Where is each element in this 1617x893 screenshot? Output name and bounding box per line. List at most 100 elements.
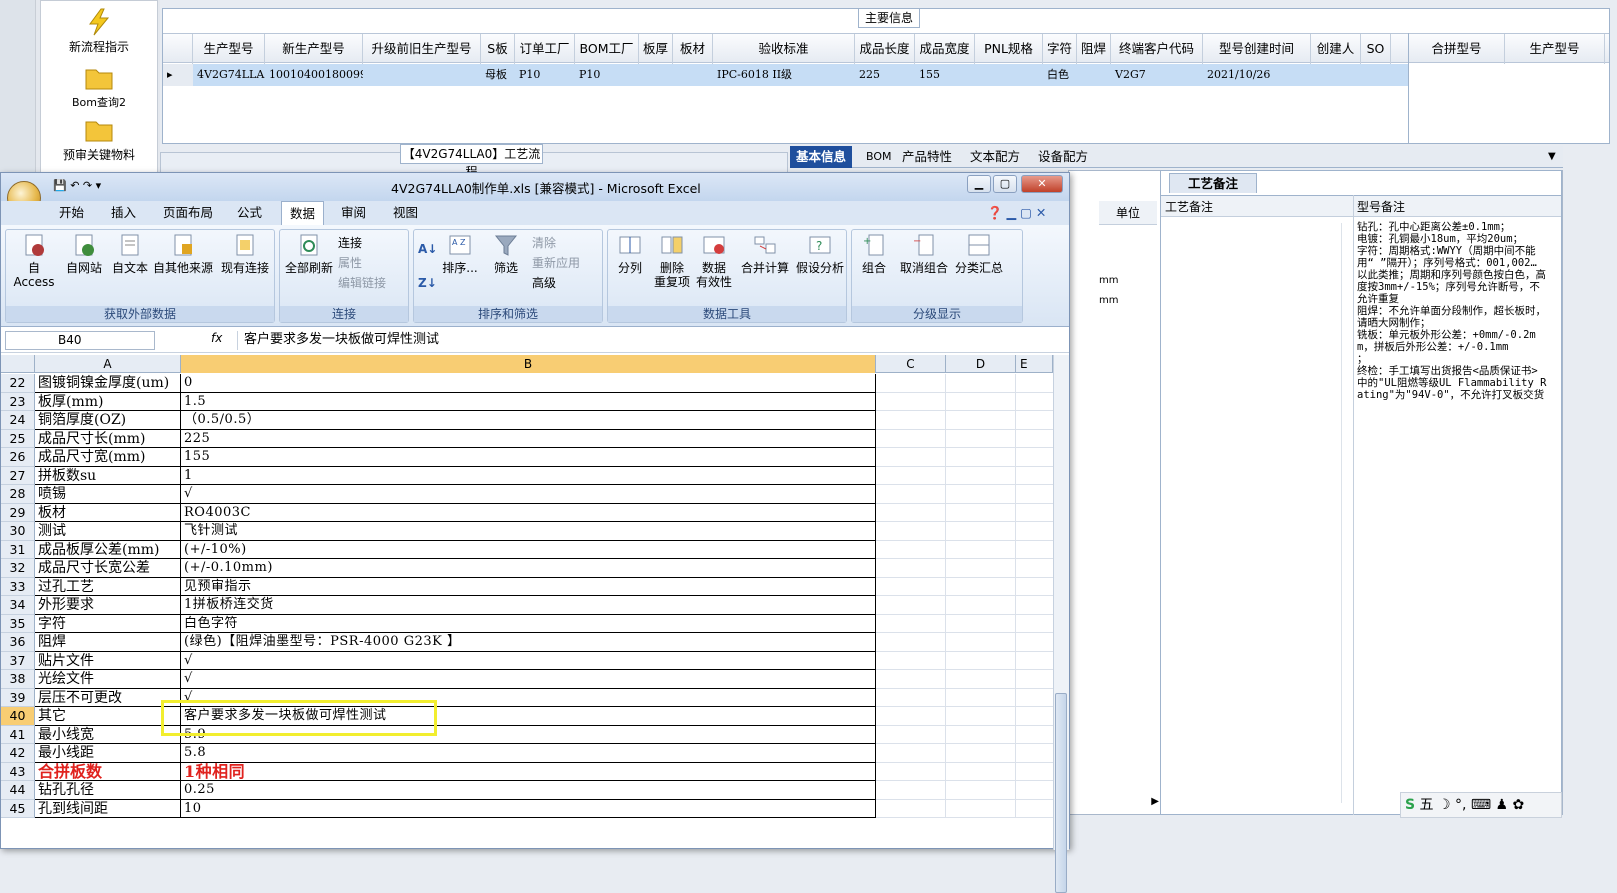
- cell-e[interactable]: [1016, 689, 1053, 707]
- cell-b[interactable]: (绿色)【阻焊油墨型号：PSR-4000 G23K 】: [181, 633, 876, 652]
- cell-a[interactable]: 图镀铜镍金厚度(um): [35, 374, 181, 393]
- cell-c[interactable]: [876, 651, 946, 670]
- row-number[interactable]: 45: [1, 799, 35, 818]
- grid-cell[interactable]: [673, 64, 713, 86]
- cell-a[interactable]: 合拼板数: [35, 762, 181, 781]
- tab-home[interactable]: 开始: [51, 201, 92, 225]
- clear-button[interactable]: 清除: [532, 234, 556, 252]
- minimize-button[interactable]: ▁: [967, 175, 991, 193]
- cell-b[interactable]: 1.5: [181, 392, 876, 411]
- cell-c[interactable]: [876, 577, 946, 596]
- cell-c[interactable]: [876, 744, 946, 763]
- cell-a[interactable]: 阻焊: [35, 633, 181, 652]
- launcher-item-new-flow[interactable]: 新流程指示: [40, 8, 158, 55]
- ungroup-button[interactable]: − 取消组合: [894, 230, 954, 275]
- cell-e[interactable]: [1016, 393, 1053, 411]
- row-number[interactable]: 34: [1, 596, 35, 615]
- row-number[interactable]: 31: [1, 540, 35, 559]
- main-info-data-row[interactable]: ▸ 4V2G74LLA0 10010400180099 母板 P10 P10 IPC-601…: [163, 64, 1408, 86]
- row-number[interactable]: 23: [1, 392, 35, 411]
- col-header-a[interactable]: A: [35, 355, 181, 373]
- worksheet[interactable]: A B C D E 22 图镀铜镍金厚度(um) 0 23 板厚(mm) 1.5 24 铜箔厚…: [1, 355, 1053, 850]
- cell-c[interactable]: [876, 596, 946, 615]
- cell-c[interactable]: [876, 485, 946, 504]
- col-header[interactable]: 生产型号: [193, 34, 265, 64]
- cell-e[interactable]: [1016, 615, 1053, 633]
- sort-desc-icon[interactable]: Z↓: [418, 274, 437, 292]
- cell-c[interactable]: [876, 762, 946, 781]
- cell-b[interactable]: 155: [181, 448, 876, 467]
- grid-cell[interactable]: 10010400180099: [265, 64, 363, 86]
- cell-a[interactable]: 光绘文件: [35, 670, 181, 689]
- row-number[interactable]: 27: [1, 466, 35, 485]
- from-access-button[interactable]: 自 Access: [8, 230, 60, 289]
- col-header[interactable]: 订单工厂: [515, 34, 575, 64]
- col-header-c[interactable]: C: [876, 355, 946, 373]
- cell-e[interactable]: [1016, 467, 1053, 485]
- cell-b[interactable]: RO4003C: [181, 503, 876, 522]
- row-number[interactable]: 32: [1, 559, 35, 578]
- grid-cell[interactable]: 155: [915, 64, 975, 86]
- cell-d[interactable]: [946, 688, 1016, 707]
- what-if-analysis-button[interactable]: ? 假设分析: [794, 230, 846, 275]
- cell-a[interactable]: 成品尺寸长(mm): [35, 429, 181, 448]
- cell-a[interactable]: 喷锡: [35, 485, 181, 504]
- notes-scrollbar[interactable]: [1341, 223, 1351, 803]
- tab-data[interactable]: 数据: [281, 201, 325, 225]
- col-production-model[interactable]: 生产型号: [1505, 34, 1605, 64]
- row-number[interactable]: 28: [1, 485, 35, 504]
- cell-a[interactable]: 板厚(mm): [35, 392, 181, 411]
- col-header[interactable]: S板: [481, 34, 515, 64]
- cell-c[interactable]: [876, 448, 946, 467]
- row-number[interactable]: 38: [1, 670, 35, 689]
- cell-b[interactable]: 白色字符: [181, 614, 876, 633]
- tab-process-notes[interactable]: 工艺备注: [1169, 173, 1257, 193]
- col-header[interactable]: 成品长度: [855, 34, 915, 64]
- data-validation-button[interactable]: 数据 有效性: [694, 230, 734, 289]
- col-header[interactable]: 阻焊: [1077, 34, 1111, 64]
- row-number[interactable]: 25: [1, 429, 35, 448]
- grid-cell[interactable]: [1361, 64, 1391, 86]
- row-number[interactable]: 41: [1, 725, 35, 744]
- cell-d[interactable]: [946, 781, 1016, 800]
- grid-cell[interactable]: 母板: [481, 64, 515, 86]
- cell-d[interactable]: [946, 799, 1016, 818]
- group-button[interactable]: + 组合: [854, 230, 894, 275]
- cell-a[interactable]: 铜箔厚度(OZ): [35, 411, 181, 430]
- row-number[interactable]: 30: [1, 522, 35, 541]
- sort-asc-icon[interactable]: A↓: [418, 240, 437, 258]
- cell-b[interactable]: 225: [181, 429, 876, 448]
- cell-e[interactable]: [1016, 578, 1053, 596]
- col-header[interactable]: 字符: [1043, 34, 1077, 64]
- cell-e[interactable]: [1016, 652, 1053, 670]
- cell-a[interactable]: 成品尺寸宽(mm): [35, 448, 181, 467]
- tab-product-features[interactable]: 产品特性: [896, 146, 958, 168]
- consolidate-button[interactable]: 合并计算: [738, 230, 792, 275]
- cell-d[interactable]: [946, 762, 1016, 781]
- cell-a[interactable]: 钻孔孔径: [35, 781, 181, 800]
- edit-links-button[interactable]: 编辑链接: [338, 274, 386, 292]
- ime-tray[interactable]: S 五 ☽ °, ⌨ ♟ ✿: [1400, 792, 1562, 818]
- cell-b[interactable]: 10: [181, 799, 876, 818]
- help-icon[interactable]: ❓ ▁ ▢ ✕: [979, 201, 1054, 225]
- filter-button[interactable]: 筛选: [486, 230, 526, 275]
- cell-d[interactable]: [946, 670, 1016, 689]
- tab-review[interactable]: 审阅: [333, 201, 374, 225]
- cell-d[interactable]: [946, 540, 1016, 559]
- tab-formulas[interactable]: 公式: [229, 201, 270, 225]
- cell-b[interactable]: 1种相同: [181, 762, 876, 781]
- grid-cell[interactable]: 2021/10/26: [1203, 64, 1311, 86]
- cell-c[interactable]: [876, 707, 946, 726]
- grid-cell[interactable]: [363, 64, 481, 86]
- cell-c[interactable]: [876, 799, 946, 818]
- cell-c[interactable]: [876, 670, 946, 689]
- cell-d[interactable]: [946, 411, 1016, 430]
- cell-c[interactable]: [876, 725, 946, 744]
- cell-b[interactable]: 见预审指示: [181, 577, 876, 596]
- maximize-button[interactable]: ▢: [993, 175, 1017, 193]
- cell-d[interactable]: [946, 559, 1016, 578]
- cell-c[interactable]: [876, 503, 946, 522]
- row-number[interactable]: 36: [1, 633, 35, 652]
- col-header[interactable]: 验收标准: [713, 34, 855, 64]
- cell-d[interactable]: [946, 614, 1016, 633]
